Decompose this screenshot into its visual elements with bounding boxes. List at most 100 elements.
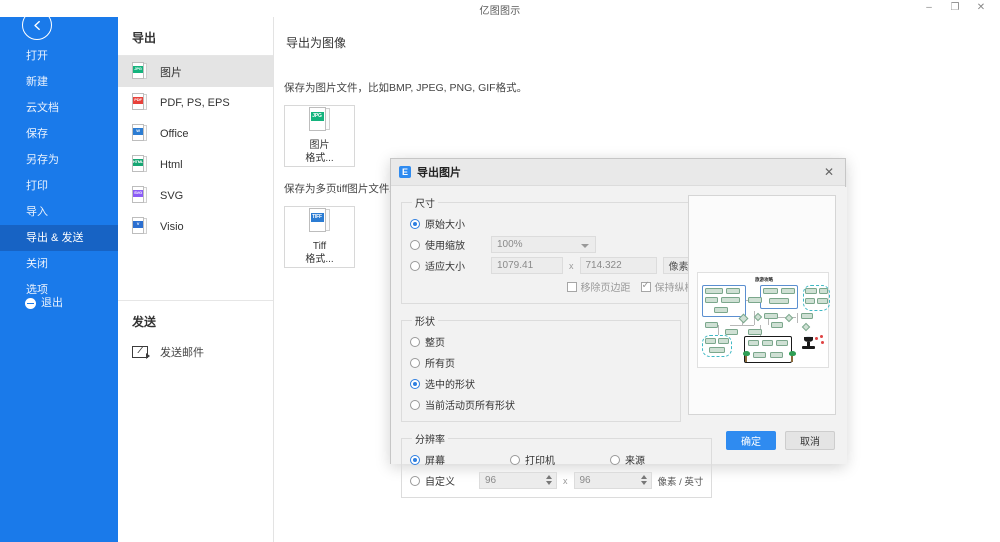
label-active-page-shapes[interactable]: 当前活动页所有形状: [425, 397, 515, 412]
radio-custom-dpi[interactable]: [410, 475, 420, 486]
tiff-tag: TIFF: [310, 213, 324, 222]
label-remove-margin[interactable]: 移除页边距: [581, 279, 631, 294]
export-format-item[interactable]: HTML Html: [118, 149, 273, 180]
label-all-pages[interactable]: 所有页: [425, 355, 455, 370]
export-format-item[interactable]: W Office: [118, 118, 273, 149]
label-whole-page[interactable]: 整页: [425, 334, 445, 349]
shape-option-whole-page[interactable]: 整页: [410, 332, 672, 351]
sidebar-item-save-as[interactable]: 另存为: [0, 147, 118, 173]
sparkle-icon: [815, 335, 826, 346]
send-mail-label: 发送邮件: [160, 347, 204, 359]
sidebar-item-label: 导出 & 发送: [26, 232, 84, 244]
format-tag: W: [133, 127, 143, 135]
radio-original-size[interactable]: [410, 218, 420, 229]
shape-option-active-page[interactable]: 当前活动页所有形状: [410, 395, 672, 414]
ok-button[interactable]: 确定: [726, 431, 776, 450]
jpg-file-icon: JPG: [308, 107, 331, 133]
radio-active-page-shapes[interactable]: [410, 399, 420, 410]
sidebar-item-label: 导入: [26, 206, 48, 218]
send-heading: 发送: [132, 315, 157, 329]
preview-thumbnail: 旅游攻略: [697, 272, 830, 368]
sidebar-item-label: 云文档: [26, 102, 59, 114]
exit-icon: [25, 297, 36, 309]
preview-diagram-title: 旅游攻略: [755, 277, 773, 282]
image-format-card[interactable]: JPG 图片 格式...: [284, 105, 355, 167]
radio-source[interactable]: [610, 454, 620, 465]
export-format-label: SVG: [160, 189, 184, 202]
dialog-title: 导出图片: [417, 167, 461, 179]
app-title: 亿图图示: [479, 6, 521, 17]
edraw-icon: E: [399, 166, 411, 178]
x-separator: x: [563, 475, 568, 486]
sidebar-item-new[interactable]: 新建: [0, 69, 118, 95]
page-title: 导出为图像: [286, 36, 347, 50]
shape-option-all-pages[interactable]: 所有页: [410, 353, 672, 372]
radio-screen[interactable]: [410, 454, 420, 465]
checkbox-keep-ratio[interactable]: [640, 280, 651, 292]
minimize-icon[interactable]: –: [916, 0, 942, 16]
tiff-file-icon: TIFF: [308, 208, 331, 234]
dpi-y-stepper[interactable]: 96: [573, 472, 652, 489]
checkbox-remove-margin[interactable]: [566, 281, 577, 292]
sidebar-item-cloud-docs[interactable]: 云文档: [0, 95, 118, 121]
size-option-fit[interactable]: 适应大小 1079.41 x 714.322 像素: [410, 256, 705, 275]
sidebar-item-import[interactable]: 导入: [0, 199, 118, 225]
scale-select[interactable]: 100%: [491, 236, 596, 253]
radio-all-pages[interactable]: [410, 357, 420, 368]
sidebar-item-close[interactable]: 关闭: [0, 251, 118, 277]
size-unit-value: 像素: [668, 262, 689, 273]
label-screen[interactable]: 屏幕: [425, 452, 510, 467]
stepper-arrows-icon[interactable]: [546, 475, 552, 485]
radio-whole-page[interactable]: [410, 336, 420, 347]
export-format-label: 图片: [160, 66, 182, 79]
dialog-body: 尺寸 原始大小 使用缩放 100% 适应大小 1079.41 x 714.322…: [391, 187, 847, 498]
label-use-scale[interactable]: 使用缩放: [425, 237, 483, 252]
export-format-label: Html: [160, 158, 183, 171]
export-format-item[interactable]: JPG 图片: [118, 56, 273, 87]
v-file-icon: V: [132, 217, 148, 236]
tiff-format-card[interactable]: TIFF Tiff 格式...: [284, 206, 355, 268]
resolution-group: 分辨率 屏幕 打印机 来源 自定义 96 x 96 像素 / 英寸: [401, 431, 713, 498]
export-format-item[interactable]: PDF PDF, PS, EPS: [118, 87, 273, 118]
label-printer[interactable]: 打印机: [525, 452, 610, 467]
window-controls: – ❐ ✕: [916, 0, 994, 16]
export-format-item[interactable]: V Visio: [118, 211, 273, 242]
image-card-label-1: 图片: [309, 140, 330, 151]
trophy-icon: [802, 336, 815, 351]
size-option-original[interactable]: 原始大小: [410, 214, 705, 233]
label-original-size[interactable]: 原始大小: [425, 216, 465, 231]
cancel-button[interactable]: 取消: [785, 431, 835, 450]
sidebar-item-save[interactable]: 保存: [0, 121, 118, 147]
height-input[interactable]: 714.322: [579, 257, 657, 274]
label-custom-dpi[interactable]: 自定义: [425, 473, 475, 488]
label-selected-shapes[interactable]: 选中的形状: [425, 376, 475, 391]
close-icon[interactable]: ✕: [968, 0, 994, 16]
sidebar-item-print[interactable]: 打印: [0, 173, 118, 199]
width-input[interactable]: 1079.41: [491, 257, 563, 274]
radio-fit-size[interactable]: [410, 260, 420, 271]
sidebar-item-open[interactable]: 打开: [0, 43, 118, 69]
stepper-arrows-icon[interactable]: [640, 475, 647, 485]
send-mail-item[interactable]: 发送邮件: [118, 338, 273, 366]
label-source[interactable]: 来源: [625, 452, 645, 467]
shape-option-selected[interactable]: 选中的形状: [410, 374, 672, 393]
export-format-item[interactable]: SVG SVG: [118, 180, 273, 211]
palm-tree-icon: [788, 351, 796, 362]
radio-printer[interactable]: [510, 454, 520, 465]
resolution-custom-row: 自定义 96 x 96 像素 / 英寸: [410, 471, 703, 490]
format-tag: PDF: [133, 96, 143, 104]
dpi-x-stepper[interactable]: 96: [479, 472, 557, 489]
radio-selected-shapes[interactable]: [410, 378, 420, 389]
dialog-close-icon[interactable]: ✕: [813, 159, 845, 186]
sidebar-item-exit[interactable]: 退出: [0, 290, 118, 316]
export-format-column: 导出 JPG 图片 PDF PDF, PS, EPS W Office HTML Html SV…: [118, 17, 274, 542]
radio-use-scale[interactable]: [410, 239, 420, 250]
sidebar-item-export-send[interactable]: 导出 & 发送: [0, 225, 118, 251]
label-fit-size[interactable]: 适应大小: [425, 258, 483, 273]
export-heading: 导出: [132, 31, 157, 45]
pdf-file-icon: PDF: [132, 93, 148, 112]
format-tag: HTML: [132, 158, 144, 166]
html-file-icon: HTML: [132, 155, 148, 174]
size-option-scale[interactable]: 使用缩放 100%: [410, 235, 705, 254]
restore-icon[interactable]: ❐: [942, 0, 968, 16]
